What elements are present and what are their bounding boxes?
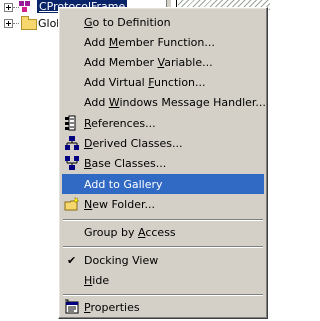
screen: CProtocolFrame Glob Go to Definition Add… [0, 0, 270, 321]
menu-item-add-windows-message-handler[interactable]: Add Windows Message Handler... [62, 92, 266, 112]
menu-item-docking-view[interactable]: ✔ Docking View [62, 250, 264, 270]
menu-item-label: References... [84, 117, 156, 130]
menu-separator [63, 246, 263, 248]
menu-item-add-virtual-function[interactable]: Add Virtual Function... [62, 72, 264, 92]
menu-item-hide[interactable]: Hide [62, 270, 264, 290]
checkmark-icon: ✔ [67, 254, 77, 267]
menu-item-properties[interactable]: Properties [62, 297, 264, 317]
menu-item-go-to-definition[interactable]: Go to Definition [62, 12, 264, 32]
menu-item-add-member-function[interactable]: Add Member Function... [62, 32, 264, 52]
menu-item-base-classes[interactable]: Base Classes... [62, 153, 264, 173]
menu-item-label: Add to Gallery [84, 178, 163, 191]
tree-connector [13, 23, 19, 24]
menu-item-label: Hide [84, 274, 110, 287]
menu-item-label: Go to Definition [84, 16, 171, 29]
menu-separator [63, 294, 263, 296]
menu-item-group-by-access[interactable]: Group by Access [62, 222, 264, 242]
menu-item-new-folder[interactable]: New Folder... [62, 194, 264, 214]
folder-icon [21, 16, 37, 30]
menu-item-add-to-gallery[interactable]: Add to Gallery [62, 174, 264, 194]
menu-item-label: Group by Access [84, 226, 176, 239]
menu-item-label: Add Member Variable... [84, 56, 213, 69]
menu-item-references[interactable]: References... [62, 113, 264, 133]
menu-item-label: Properties [84, 301, 140, 314]
menu-separator [63, 219, 263, 221]
menu-item-label: Add Windows Message Handler... [84, 96, 266, 109]
new-folder-icon [64, 196, 80, 211]
menu-item-derived-classes[interactable]: Derived Classes... [62, 133, 264, 153]
menu-item-label: Docking View [84, 254, 159, 267]
base-classes-icon [65, 156, 79, 170]
expand-icon[interactable] [4, 19, 13, 28]
properties-icon [65, 299, 79, 314]
references-icon [65, 115, 76, 131]
menu-item-label: Add Virtual Function... [84, 76, 206, 89]
menu-item-label: Derived Classes... [84, 137, 183, 150]
menu-item-label: Base Classes... [84, 157, 167, 170]
class-icon [19, 1, 33, 13]
derived-classes-icon [65, 136, 79, 150]
context-menu: Go to Definition Add Member Function... … [58, 7, 268, 319]
menu-item-label: Add Member Function... [84, 36, 215, 49]
menu-item-label: New Folder... [84, 198, 155, 211]
expand-icon[interactable] [4, 3, 13, 12]
menu-item-add-member-variable[interactable]: Add Member Variable... [62, 52, 264, 72]
